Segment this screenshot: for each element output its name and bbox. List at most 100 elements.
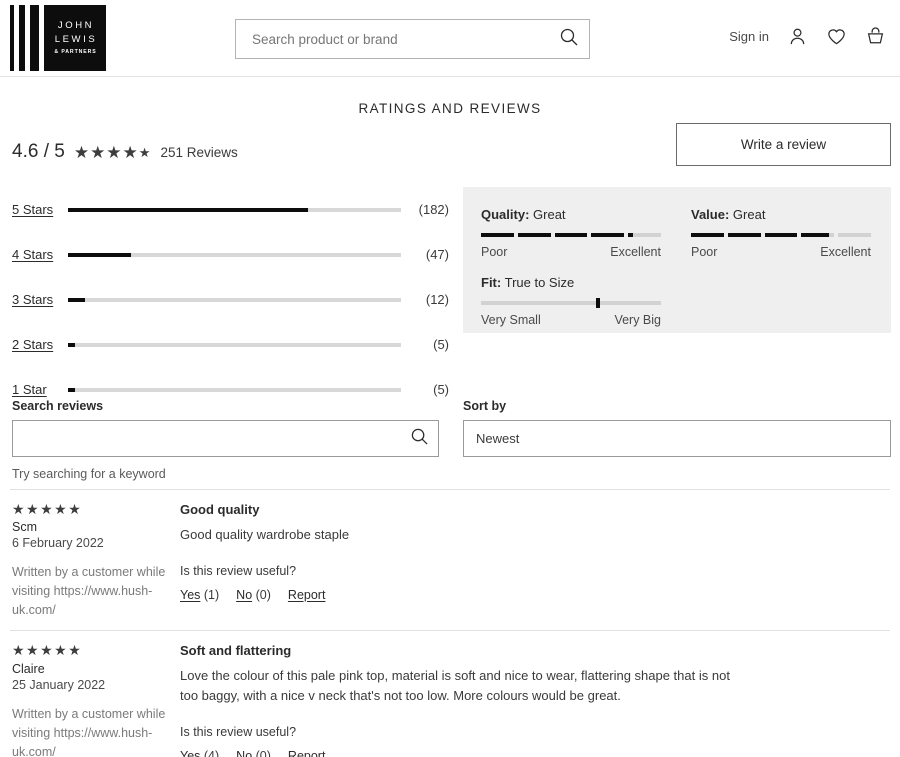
site-logo[interactable]: JOHN LEWIS & PARTNERS [10, 5, 106, 71]
quality-seg-4 [591, 233, 624, 237]
distribution-label-3[interactable]: 3 Stars [12, 292, 68, 307]
write-review-button[interactable]: Write a review [676, 123, 891, 166]
review-title: Good quality [180, 502, 888, 517]
distribution-fill-2 [68, 343, 75, 347]
attribute-quality-scale: Poor Excellent [481, 245, 661, 259]
review-useful-label: Is this review useful? [180, 725, 888, 739]
review-search-box[interactable] [12, 420, 439, 457]
distribution-count-1: (5) [401, 382, 449, 397]
table-row: ★★★★★ Scm 6 February 2022 Written by a c… [0, 490, 900, 630]
value-high-label: Excellent [820, 245, 871, 259]
header-actions: Sign in [729, 26, 886, 47]
quality-high-label: Excellent [610, 245, 661, 259]
review-text: Good quality wardrobe staple [180, 525, 740, 545]
fit-slider-thumb[interactable] [596, 298, 600, 308]
distribution-count-3: (12) [401, 292, 449, 307]
review-date: 6 February 2022 [12, 536, 170, 550]
review-search-input[interactable] [23, 430, 410, 447]
rating-distribution: 5 Stars (182) 4 Stars (47) 3 Stars (12) … [12, 187, 452, 412]
review-body: Soft and flattering Love the colour of t… [170, 643, 888, 757]
search-input[interactable] [250, 31, 559, 48]
review-stars: ★★★★★ [12, 643, 170, 658]
attribute-value: Value: Great Poor Excellent [691, 207, 871, 259]
table-row: ★★★★★ Claire 25 January 2022 Written by … [0, 631, 900, 757]
value-seg-1 [691, 233, 724, 237]
distribution-row-5[interactable]: 5 Stars (182) [12, 187, 452, 232]
review-no-link[interactable]: No [236, 749, 252, 757]
review-no-group[interactable]: No (0) [236, 588, 271, 602]
value-seg-4 [801, 233, 834, 237]
distribution-track-5[interactable] [68, 208, 401, 212]
sign-in-link[interactable]: Sign in [729, 29, 769, 44]
attribute-fit-scale: Very Small Very Big [481, 313, 661, 327]
heart-icon[interactable] [826, 26, 847, 47]
attribute-fit-title: Fit: True to Size [481, 275, 661, 290]
review-yes-group[interactable]: Yes (1) [180, 588, 219, 602]
search-icon[interactable] [559, 27, 579, 52]
distribution-row-3[interactable]: 3 Stars (12) [12, 277, 452, 322]
review-body: Good quality Good quality wardrobe stapl… [170, 502, 888, 620]
sort-by-select[interactable]: Newest [463, 420, 891, 457]
attribute-quality-value: Great [533, 207, 566, 222]
review-count: 251 Reviews [160, 145, 237, 160]
review-yes-group[interactable]: Yes (4) [180, 749, 219, 757]
review-yes-link[interactable]: Yes [180, 749, 200, 757]
review-yes-count: (1) [204, 588, 219, 602]
distribution-fill-5 [68, 208, 308, 212]
value-low-label: Poor [691, 245, 717, 259]
logo-bar-2 [19, 5, 25, 71]
logo-bar-3 [30, 5, 39, 71]
review-no-link[interactable]: No [236, 588, 252, 602]
attribute-quality: Quality: Great Poor Excellent [481, 207, 661, 259]
review-report-link[interactable]: Report [288, 588, 326, 602]
attributes-panel: Quality: Great Poor Excellent Value: [463, 187, 891, 333]
review-meta: ★★★★★ Scm 6 February 2022 Written by a c… [12, 502, 170, 620]
site-search[interactable] [235, 19, 590, 59]
summary-star-half: ★ [139, 145, 152, 160]
distribution-label-2[interactable]: 2 Stars [12, 337, 68, 352]
quality-low-label: Poor [481, 245, 507, 259]
review-date: 25 January 2022 [12, 678, 170, 692]
review-no-group[interactable]: No (0) [236, 749, 271, 757]
distribution-track-2[interactable] [68, 343, 401, 347]
distribution-row-2[interactable]: 2 Stars (5) [12, 322, 452, 367]
distribution-fill-3 [68, 298, 85, 302]
distribution-label-4[interactable]: 4 Stars [12, 247, 68, 262]
fit-low-label: Very Small [481, 313, 541, 327]
distribution-track-4[interactable] [68, 253, 401, 257]
distribution-track-3[interactable] [68, 298, 401, 302]
rating-summary: 4.6 / 5 ★★★★★ 251 Reviews Write a review [0, 141, 900, 177]
average-score: 4.6 / 5 [12, 141, 65, 163]
review-yes-link[interactable]: Yes [180, 588, 200, 602]
summary-stars: ★★★★★ [74, 144, 152, 161]
logo-line-partners: & PARTNERS [53, 47, 96, 58]
distribution-row-4[interactable]: 4 Stars (47) [12, 232, 452, 277]
distribution-track-1[interactable] [68, 388, 401, 392]
review-useful-label: Is this review useful? [180, 564, 888, 578]
attribute-quality-bar [481, 233, 661, 237]
distribution-label-1[interactable]: 1 Star [12, 382, 68, 397]
review-author: Claire [12, 662, 170, 676]
quality-seg-2 [518, 233, 551, 237]
quality-seg-3 [555, 233, 588, 237]
fit-slider-track[interactable] [481, 301, 661, 305]
review-search-group: Search reviews Try searching for a keywo… [12, 399, 439, 481]
distribution-count-4: (47) [401, 247, 449, 262]
attributes-columns: Quality: Great Poor Excellent Value: [481, 207, 873, 259]
person-icon[interactable] [787, 26, 808, 47]
logo-line-john: JOHN [56, 19, 94, 33]
review-source: Written by a customer while visiting htt… [12, 705, 170, 757]
value-seg-2 [728, 233, 761, 237]
logo-line-lewis: LEWIS [53, 33, 98, 47]
attribute-value-value: Great [733, 207, 766, 222]
review-useful-actions: Yes (4) No (0) Report [180, 749, 888, 757]
review-report-link[interactable]: Report [288, 749, 326, 757]
sort-by-label: Sort by [463, 399, 891, 413]
basket-icon[interactable] [865, 26, 886, 47]
distribution-fill-4 [68, 253, 131, 257]
distribution-label-5[interactable]: 5 Stars [12, 202, 68, 217]
logo-wordmark: JOHN LEWIS & PARTNERS [44, 5, 106, 71]
search-icon[interactable] [410, 427, 429, 451]
attribute-fit-value: True to Size [505, 275, 575, 290]
review-source: Written by a customer while visiting htt… [12, 563, 170, 620]
